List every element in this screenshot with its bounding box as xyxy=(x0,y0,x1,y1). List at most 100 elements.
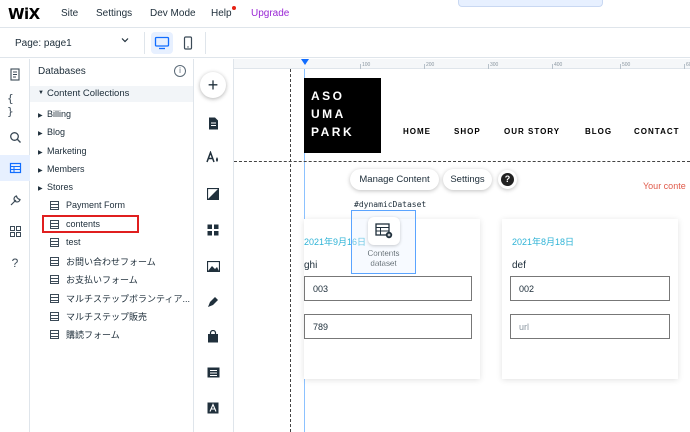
page-bar: Page: page1 xyxy=(0,28,690,58)
folder-members[interactable]: ▶ Members xyxy=(38,164,85,174)
help-icon: ? xyxy=(501,173,514,186)
ruler-tick: 500 xyxy=(622,62,631,68)
mobile-icon xyxy=(183,36,193,50)
nav-blog[interactable]: BLOG xyxy=(585,127,612,136)
help-icon[interactable]: ? xyxy=(7,255,23,271)
table-icon xyxy=(50,237,59,247)
text-theme-icon[interactable] xyxy=(206,150,220,164)
card-text: def xyxy=(512,260,526,271)
site-logo[interactable]: ASO UMA PARK xyxy=(304,78,381,153)
card-input[interactable]: 789 xyxy=(304,314,472,339)
ruler-tick: 100 xyxy=(362,62,371,68)
table-icon xyxy=(50,330,59,339)
card-date: 2021年8月18日 xyxy=(512,237,575,247)
collection-item[interactable]: お支払いフォーム xyxy=(50,273,138,286)
dataset-name: Contents dataset xyxy=(367,249,400,268)
table-icon xyxy=(50,312,59,321)
ruler-tick: 300 xyxy=(490,62,499,68)
image-icon[interactable] xyxy=(206,259,220,273)
top-pull-tab[interactable] xyxy=(458,0,603,7)
chevron-down-icon[interactable] xyxy=(120,35,130,48)
red-highlight-box xyxy=(42,215,139,233)
gridline xyxy=(290,69,291,432)
menu-help[interactable]: Help xyxy=(211,8,232,19)
collection-item[interactable]: お問い合わせフォーム xyxy=(50,255,156,268)
collection-item[interactable]: test xyxy=(50,237,81,247)
nav-contact[interactable]: CONTACT xyxy=(634,127,680,136)
wix-logo[interactable]: WiX xyxy=(8,5,40,23)
table-icon xyxy=(50,294,59,303)
code-icon[interactable]: { } xyxy=(7,92,23,118)
divider xyxy=(205,32,206,54)
search-icon[interactable] xyxy=(7,129,23,145)
mobile-view-button[interactable] xyxy=(177,32,199,54)
menu-site[interactable]: Site xyxy=(61,8,78,19)
menu-upgrade[interactable]: Upgrade xyxy=(251,8,289,19)
apps-icon[interactable] xyxy=(7,223,23,239)
nav-shop[interactable]: SHOP xyxy=(454,127,481,136)
list-icon[interactable] xyxy=(206,365,220,379)
info-icon[interactable]: i xyxy=(174,65,186,77)
caret-right-icon: ▶ xyxy=(38,113,43,119)
caret-down-icon: ▼ xyxy=(38,90,44,96)
ruler-tick: 600 xyxy=(686,62,690,68)
divider xyxy=(144,32,145,54)
folder-billing[interactable]: ▶ Billing xyxy=(38,109,71,119)
caret-right-icon: ▶ xyxy=(38,186,43,192)
folder-blog[interactable]: ▶ Blog xyxy=(38,127,65,137)
help-button[interactable]: ? xyxy=(498,170,517,189)
dataset-id-label: #dynamicDataset xyxy=(354,200,427,209)
bag-icon[interactable] xyxy=(206,329,220,343)
ruler-marker[interactable] xyxy=(301,59,309,65)
collection-item[interactable]: 購読フォーム xyxy=(50,328,120,341)
repeater-item[interactable]: 2021年8月18日 def 002 url xyxy=(502,219,678,379)
add-icon[interactable]: + xyxy=(200,72,226,98)
desktop-icon xyxy=(154,36,170,50)
top-ruler: 100 200 300 400 500 600 xyxy=(234,59,690,69)
text-box-icon[interactable] xyxy=(206,401,220,415)
add-elements-bar: + xyxy=(194,59,234,432)
nav-our-story[interactable]: OUR STORY xyxy=(504,127,560,136)
collection-item[interactable]: Payment Form xyxy=(50,200,125,210)
table-icon xyxy=(50,200,59,210)
card-input-url[interactable]: url xyxy=(510,314,670,339)
table-icon xyxy=(50,257,59,266)
card-input[interactable]: 003 xyxy=(304,276,472,301)
card-text: ghi xyxy=(304,260,318,271)
left-toolbar: { } ? xyxy=(0,59,30,432)
pen-icon[interactable] xyxy=(206,294,220,308)
grid-icon[interactable] xyxy=(206,223,220,237)
desktop-view-button[interactable] xyxy=(151,32,173,54)
databases-panel: Databases i ▼ Content Collections ▶ Billi… xyxy=(30,59,194,432)
folder-stores[interactable]: ▶ Stores xyxy=(38,182,73,192)
your-content-text: Your conte xyxy=(643,181,686,191)
ruler-tick: 400 xyxy=(554,62,563,68)
dataset-element[interactable]: Contents dataset xyxy=(351,210,416,274)
caret-right-icon: ▶ xyxy=(38,168,43,174)
background-icon[interactable] xyxy=(206,187,220,201)
caret-right-icon: ▶ xyxy=(38,150,43,156)
header-divider xyxy=(234,161,690,162)
menu-settings[interactable]: Settings xyxy=(96,8,132,19)
ruler-tick: 200 xyxy=(426,62,435,68)
pages-icon[interactable] xyxy=(7,67,23,83)
caret-right-icon: ▶ xyxy=(38,131,43,137)
menu-dev-mode[interactable]: Dev Mode xyxy=(150,8,196,19)
page-selector-label[interactable]: Page: page1 xyxy=(15,38,72,49)
settings-button[interactable]: Settings xyxy=(443,169,492,190)
dataset-icon xyxy=(368,217,400,245)
collection-item[interactable]: マルチステップボランティア... xyxy=(50,292,190,305)
table-icon xyxy=(50,275,59,284)
content-collections-section[interactable]: ▼ Content Collections xyxy=(30,86,193,102)
manage-content-button[interactable]: Manage Content xyxy=(350,169,439,190)
folder-marketing[interactable]: ▶ Marketing xyxy=(38,146,87,156)
top-menu-bar: WiX Site Settings Dev Mode Help Upgrade xyxy=(0,0,690,28)
tools-icon[interactable] xyxy=(7,192,23,208)
nav-home[interactable]: HOME xyxy=(403,127,431,136)
collection-item[interactable]: マルチステップ販売 xyxy=(50,310,147,323)
card-input[interactable]: 002 xyxy=(510,276,670,301)
editor-canvas[interactable]: 100 200 300 400 500 600 ASO UMA PARK HOM… xyxy=(234,59,690,432)
database-icon[interactable] xyxy=(7,160,23,176)
notification-dot xyxy=(232,6,236,10)
document-icon[interactable] xyxy=(206,116,220,130)
